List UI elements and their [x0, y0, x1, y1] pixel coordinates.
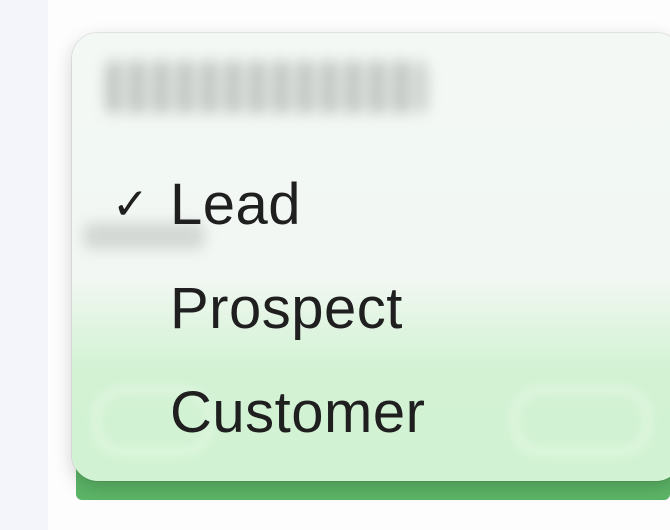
blurred-background-title	[106, 61, 426, 113]
menu-item-customer[interactable]: Customer	[72, 363, 670, 463]
menu-item-prospect[interactable]: Prospect	[72, 259, 670, 359]
sidebar-edge	[0, 0, 48, 530]
menu-item-label: Customer	[170, 380, 426, 445]
menu-item-lead[interactable]: ✓ Lead	[72, 155, 670, 255]
screen: ✓ Lead Prospect Customer	[0, 0, 670, 530]
menu-item-label: Prospect	[170, 276, 403, 341]
menu-item-label: Lead	[170, 172, 302, 237]
checkmark-icon: ✓	[112, 179, 149, 230]
status-dropdown-menu[interactable]: ✓ Lead Prospect Customer	[72, 33, 670, 481]
